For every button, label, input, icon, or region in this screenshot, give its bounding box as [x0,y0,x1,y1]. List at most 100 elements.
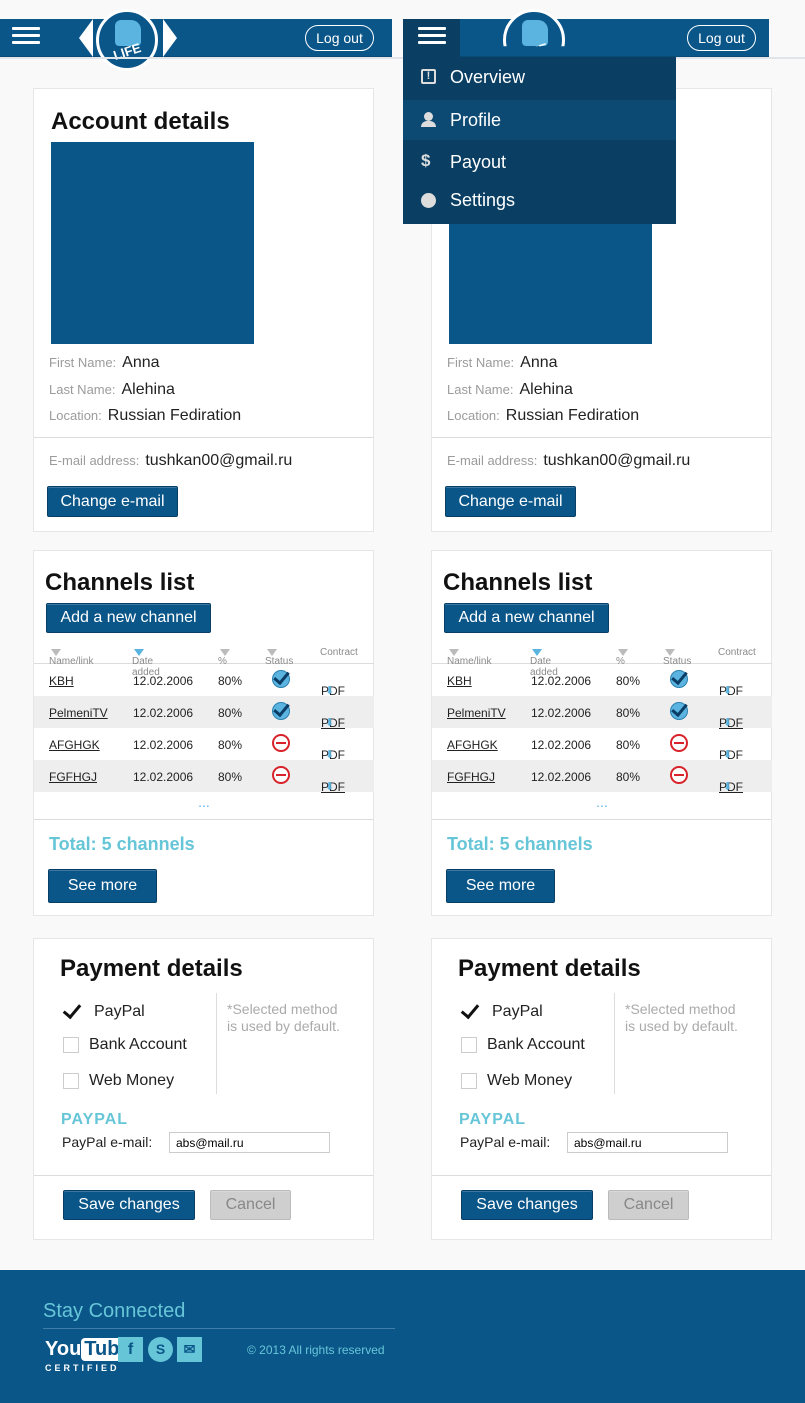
first-name-row: First Name: Anna [447,354,558,372]
date-cell: 12.02.2006 [133,770,194,784]
avatar[interactable] [51,142,254,344]
change-email-button[interactable]: Change e-mail [445,486,576,517]
exclamation-icon: ! [421,69,436,84]
logout-button[interactable]: Log out [305,25,374,51]
col-name-header[interactable]: Name/link [49,647,93,667]
channel-link[interactable]: FGFHGJ [49,770,97,784]
channel-link[interactable]: FGFHGJ [447,770,495,784]
divider [34,819,373,820]
bank-account-option-label[interactable]: Bank Account [487,1036,585,1054]
menu-item-label: Payout [450,152,507,172]
col-percent-header[interactable]: % [616,647,628,667]
cancel-button[interactable]: Cancel [608,1190,689,1220]
table-row: PelmeniTV 12.02.2006 80% PDF ⬇ [432,696,772,730]
percent-cell: 80% [616,738,641,752]
col-date-header[interactable]: Date added [530,647,558,678]
menu-item-settings[interactable]: Settings [403,180,676,220]
status-ok-icon [670,670,688,688]
youtube-logo-text: You [45,1338,82,1360]
download-arrow-icon[interactable]: ⬇ [723,780,732,793]
paypal-email-input[interactable] [169,1132,330,1153]
channels-title: Channels list [443,569,593,596]
channel-link[interactable]: PelmeniTV [49,706,108,720]
col-name-header[interactable]: Name/link [447,647,491,667]
bank-account-checkbox[interactable] [63,1037,79,1053]
paypal-option-label[interactable]: PayPal [492,1003,543,1021]
paypal-checkbox[interactable] [63,1004,79,1020]
channels-table: Name/link Date added % Status Contract K… [432,638,772,794]
more-rows-indicator[interactable]: ... [432,794,772,810]
menu-item-payout[interactable]: $ Payout [403,142,676,182]
status-blocked-icon [272,766,290,784]
col-status-header[interactable]: Status [265,647,293,667]
channel-link[interactable]: AFGHGK [447,738,498,752]
cancel-button[interactable]: Cancel [210,1190,291,1220]
logo-ribbon-right [163,19,177,57]
menu-item-label: Settings [450,190,516,210]
divider [432,1175,771,1176]
sort-arrow-icon [532,649,542,656]
hamburger-menu-icon[interactable] [418,27,446,45]
web-money-option-label[interactable]: Web Money [89,1072,174,1090]
channel-link[interactable]: PelmeniTV [447,706,506,720]
copyright: © 2013 All rights reserved [247,1343,385,1357]
location-value: Russian Fediration [505,407,640,424]
web-money-checkbox[interactable] [461,1073,477,1089]
see-more-button[interactable]: See more [48,869,157,903]
col-date-header[interactable]: Date added [132,647,160,678]
logo[interactable]: LIFE [96,9,158,71]
certified-text: CERTIFIED [45,1363,120,1373]
email-label: E-mail address: [447,453,538,468]
download-arrow-icon[interactable]: ⬇ [325,780,334,793]
location-row: Location: Russian Fediration [49,407,241,425]
paypal-checkbox[interactable] [461,1004,477,1020]
last-name-row: Last Name: Alehina [447,381,573,399]
location-label: Location: [49,408,102,423]
header-left: LIFE Log out [0,9,392,71]
status-blocked-icon [670,734,688,752]
facebook-icon[interactable]: f [118,1337,143,1362]
save-changes-button[interactable]: Save changes [63,1190,195,1220]
paypal-email-input[interactable] [567,1132,728,1153]
channel-link[interactable]: AFGHGK [49,738,100,752]
mail-icon[interactable]: ✉ [177,1337,202,1362]
bank-account-checkbox[interactable] [461,1037,477,1053]
last-name-label: Last Name: [447,382,514,397]
paypal-option-label[interactable]: PayPal [94,1003,145,1021]
sort-arrow-icon [449,649,459,656]
col-status-header[interactable]: Status [663,647,691,667]
col-percent-header[interactable]: % [218,647,230,667]
percent-cell: 80% [616,770,641,784]
email-label: E-mail address: [49,453,140,468]
add-channel-button[interactable]: Add a new channel [444,603,609,633]
channel-link[interactable]: KBH [49,674,74,688]
email-row: E-mail address: tushkan00@gmail.ru [447,452,690,470]
bank-account-option-label[interactable]: Bank Account [89,1036,187,1054]
status-blocked-icon [670,766,688,784]
channel-link[interactable]: KBH [447,674,472,688]
date-cell: 12.02.2006 [133,674,194,688]
email-value: tushkan00@gmail.ru [145,452,293,469]
menu-item-label: Overview [450,67,526,87]
menu-item-profile[interactable]: Profile [403,100,676,140]
first-name-label: First Name: [49,355,117,370]
change-email-button[interactable]: Change e-mail [47,486,178,517]
logo-ribbon-left [79,19,93,57]
percent-cell: 80% [218,738,243,752]
divider [34,437,373,438]
hamburger-menu-icon[interactable] [12,27,40,45]
skype-icon[interactable]: S [148,1337,173,1362]
logout-button[interactable]: Log out [687,25,756,51]
total-channels: Total: 5 channels [447,834,593,854]
more-rows-indicator[interactable]: ... [34,794,374,810]
menu-item-overview[interactable]: ! Overview [403,57,676,97]
status-blocked-icon [272,734,290,752]
date-cell: 12.02.2006 [133,706,194,720]
col-contract-header: Contract [320,647,358,658]
save-changes-button[interactable]: Save changes [461,1190,593,1220]
web-money-option-label[interactable]: Web Money [487,1072,572,1090]
add-channel-button[interactable]: Add a new channel [46,603,211,633]
see-more-button[interactable]: See more [446,869,555,903]
web-money-checkbox[interactable] [63,1073,79,1089]
note-line: *Selected method [625,1001,736,1017]
